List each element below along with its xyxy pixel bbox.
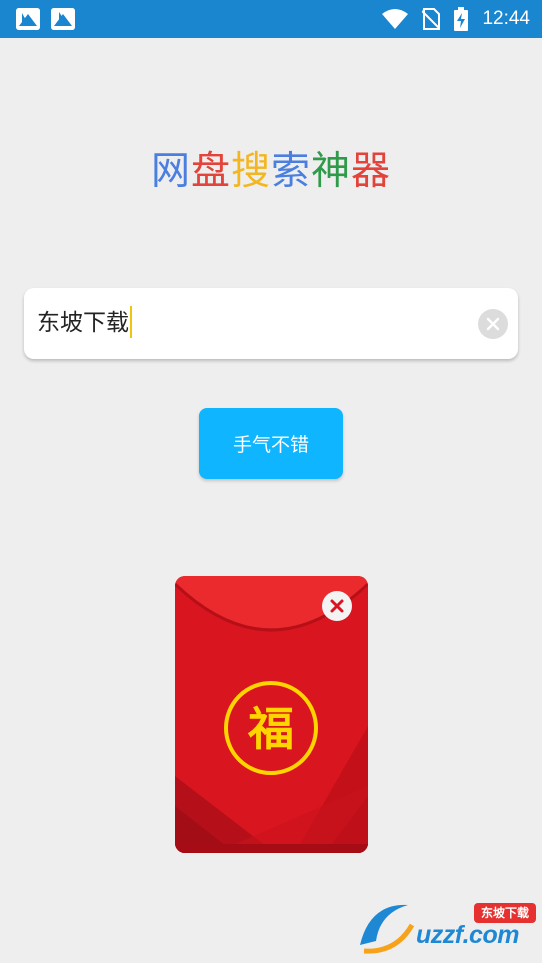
title-char: 器 [351, 149, 392, 194]
no-sim-icon [422, 8, 441, 30]
wifi-icon [382, 9, 409, 29]
search-input[interactable]: 东坡下载 [24, 288, 518, 359]
app-notification-icon [51, 8, 75, 30]
title-char: 索 [271, 149, 312, 194]
site-watermark: 东坡下载 uzzf.com [356, 895, 542, 957]
clear-icon[interactable] [478, 309, 508, 339]
text-caret [130, 306, 132, 338]
watermark-badge: 东坡下载 [480, 906, 529, 920]
title-char: 神 [311, 149, 352, 194]
status-bar: 12:44 [0, 0, 542, 38]
fortune-character: 福 [248, 702, 294, 756]
title-char: 搜 [230, 149, 271, 194]
title-char: 盘 [190, 149, 231, 194]
battery-charging-icon [454, 7, 469, 31]
app-title: 网盘搜索神器 [0, 140, 542, 196]
feeling-lucky-button[interactable]: 手气不错 [199, 408, 343, 479]
app-notification-icon [16, 8, 40, 30]
close-icon[interactable] [322, 591, 352, 621]
search-text: 东坡下载 [37, 310, 129, 336]
watermark-site: uzzf.com [416, 921, 519, 949]
clock: 12:44 [482, 8, 530, 29]
search-value[interactable]: 东坡下载 [37, 288, 132, 359]
title-char: 网 [150, 149, 191, 194]
